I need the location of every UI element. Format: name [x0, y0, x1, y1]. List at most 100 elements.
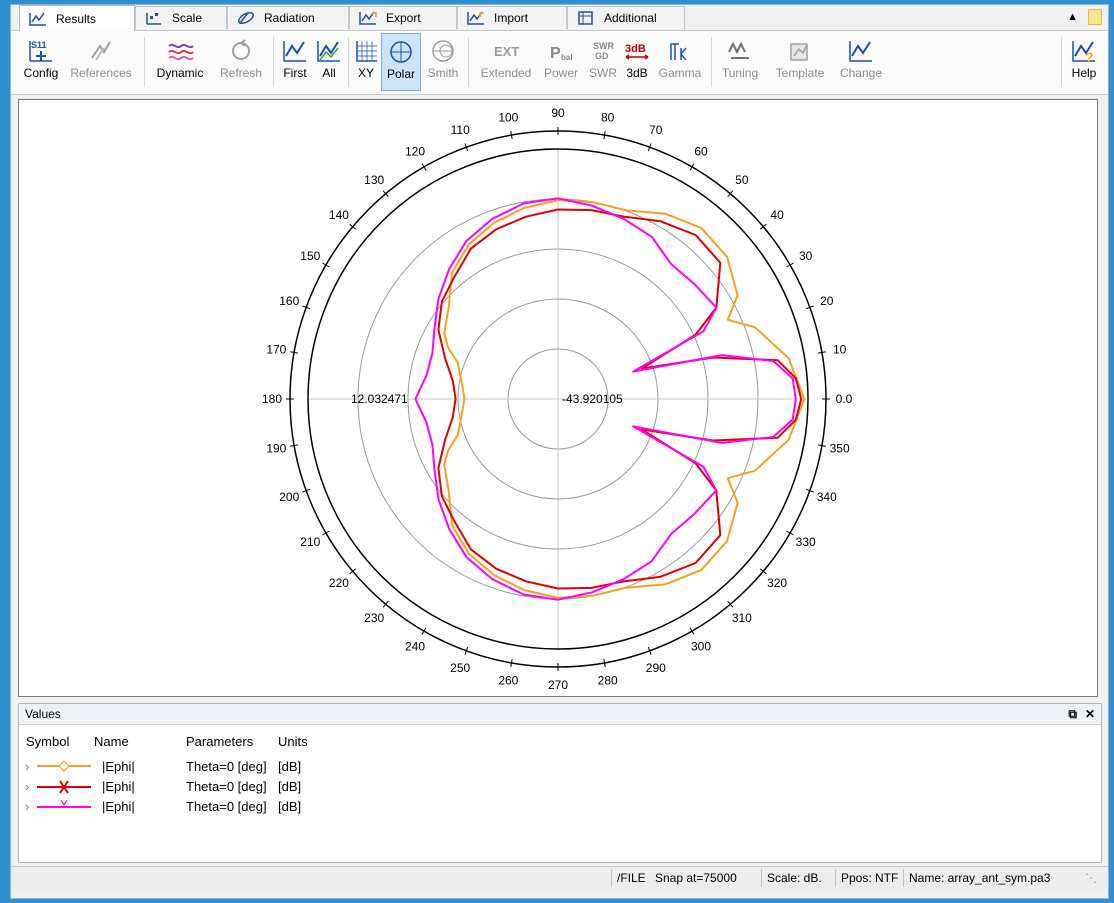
angle-tick-label: 20 — [820, 294, 834, 308]
angle-tick-label: 170 — [266, 342, 286, 356]
angle-tick-label: 60 — [694, 144, 708, 158]
smith-button[interactable]: Smith — [423, 33, 463, 91]
first-button[interactable]: First — [277, 33, 313, 91]
expand-chevron-icon[interactable]: › — [25, 799, 29, 814]
ext-icon: EXT — [473, 37, 539, 65]
series-symbol-x-icon — [37, 780, 91, 794]
config-button[interactable]: S11 Config — [19, 33, 63, 91]
3db-icon: 3dB — [621, 37, 653, 65]
ribbon-controls: ▲ — [1067, 9, 1102, 25]
all-button[interactable]: All — [313, 33, 345, 91]
angle-tick-label: 40 — [770, 208, 784, 222]
series-symbol-v-icon — [37, 799, 91, 808]
angle-tick-label: 240 — [405, 640, 425, 654]
angle-tick-label: 260 — [498, 674, 518, 688]
angle-tick-label: 0.0 — [836, 392, 853, 406]
series-parameters: Theta=0 [deg] — [186, 759, 267, 774]
table-row[interactable]: › |Ephi| Theta=0 [deg] [dB] — [19, 777, 1101, 797]
tab-export[interactable]: Export — [349, 6, 457, 29]
angle-tick — [510, 131, 513, 140]
angle-tick-label: 70 — [649, 123, 663, 137]
expand-chevron-icon[interactable]: › — [25, 779, 29, 794]
svg-text:GD: GD — [595, 51, 609, 61]
swr-button[interactable]: SWR GD SWR — [585, 33, 621, 91]
angle-tick-label: 270 — [548, 678, 568, 692]
tab-label: Export — [386, 11, 421, 25]
resize-grip-icon[interactable]: ⋱ — [1085, 871, 1097, 885]
swr-gd-icon: SWR GD — [585, 37, 621, 65]
values-panel: Values ⧉ ✕ Symbol Name Parameters Units ›… — [18, 703, 1102, 863]
tab-radiation[interactable]: Radiation — [227, 6, 349, 29]
svg-text:S11: S11 — [31, 40, 47, 50]
dynamic-wave-icon — [149, 37, 211, 65]
separator — [144, 37, 145, 87]
template-button[interactable]: Template — [767, 33, 833, 91]
tab-import[interactable]: Import — [457, 6, 567, 29]
angle-tick-label: 80 — [601, 110, 615, 124]
separator — [468, 37, 469, 87]
radial-min-label: -43.920105 — [562, 392, 623, 406]
radial-max-label: 12.032471 — [351, 392, 408, 406]
series-name: |Ephi| — [102, 799, 135, 814]
tuning-button[interactable]: Tuning — [715, 33, 765, 91]
close-icon[interactable]: ✕ — [1085, 707, 1095, 722]
change-button[interactable]: Change — [835, 33, 887, 91]
table-row[interactable]: › |Ephi| Theta=0 [deg] [dB] — [19, 797, 1101, 817]
column-units: Units — [278, 734, 308, 749]
angle-tick-label: 10 — [833, 342, 847, 356]
polar-button[interactable]: Polar — [381, 33, 421, 91]
series-name: |Ephi| — [102, 779, 135, 794]
expand-chevron-icon[interactable]: › — [25, 759, 29, 774]
notes-icon[interactable] — [1088, 9, 1102, 25]
gamma-icon — [655, 37, 705, 65]
status-scale: Scale: dB. — [767, 871, 822, 885]
gamma-button[interactable]: Gamma — [655, 33, 705, 91]
xy-button[interactable]: XY — [351, 33, 381, 91]
tab-label: Scale — [172, 11, 203, 25]
power-button[interactable]: Pbal Power — [539, 33, 583, 91]
tab-scale[interactable]: Scale — [135, 6, 227, 29]
export-icon — [358, 10, 378, 26]
svg-text:P: P — [550, 45, 561, 62]
refresh-button[interactable]: Refresh — [213, 33, 269, 91]
pbal-icon: Pbal — [539, 37, 583, 65]
angle-tick — [290, 444, 299, 447]
s11-config-icon: S11 — [19, 37, 63, 65]
separator — [1061, 37, 1062, 87]
values-panel-title: Values — [25, 707, 61, 721]
polar-chart[interactable]: 0.0 10 20 30 40 50 60 70 80 90 100 110 120 130 140 150 1… — [19, 100, 1097, 696]
tab-additional[interactable]: Additional — [567, 6, 685, 29]
xy-grid-icon — [351, 37, 381, 65]
3db-button[interactable]: 3dB 3dB — [621, 33, 653, 91]
angle-tick — [603, 658, 606, 667]
column-parameters: Parameters — [186, 734, 254, 749]
angle-tick — [817, 444, 826, 447]
references-icon — [63, 37, 139, 65]
tab-results[interactable]: Results — [19, 5, 135, 31]
separator — [348, 37, 349, 87]
angle-tick-label: 200 — [279, 490, 299, 504]
table-row[interactable]: › |Ephi| Theta=0 [deg] [dB] — [19, 757, 1101, 777]
angle-tick-label: 140 — [329, 208, 349, 222]
smith-chart-icon — [423, 37, 463, 65]
collapse-ribbon-icon[interactable]: ▲ — [1067, 11, 1078, 23]
angle-tick-label: 350 — [830, 442, 850, 456]
status-ppos: Ppos: NTF — [841, 871, 899, 885]
ribbon-tabs: Results Scale Radiation Export Import Ad… — [11, 5, 1108, 31]
references-button[interactable]: References — [63, 33, 139, 91]
import-icon — [466, 10, 486, 26]
angle-tick-label: 150 — [300, 249, 320, 263]
polar-plot-area[interactable]: 0.0 10 20 30 40 50 60 70 80 90 100 110 120 130 140 150 1… — [18, 99, 1098, 697]
extended-button[interactable]: EXT Extended — [473, 33, 539, 91]
tab-label: Additional — [604, 11, 657, 25]
series-units: [dB] — [278, 799, 302, 814]
polar-icon — [382, 38, 420, 66]
angle-tick — [290, 351, 299, 354]
status-file: /FILE — [617, 871, 646, 885]
series-units: [dB] — [278, 779, 302, 794]
float-panel-icon[interactable]: ⧉ — [1068, 707, 1077, 722]
angle-tick-label: 300 — [691, 640, 711, 654]
dynamic-button[interactable]: Dynamic — [149, 33, 211, 91]
help-button[interactable]: ? Help — [1065, 33, 1103, 91]
angle-tick-label: 290 — [646, 661, 666, 675]
